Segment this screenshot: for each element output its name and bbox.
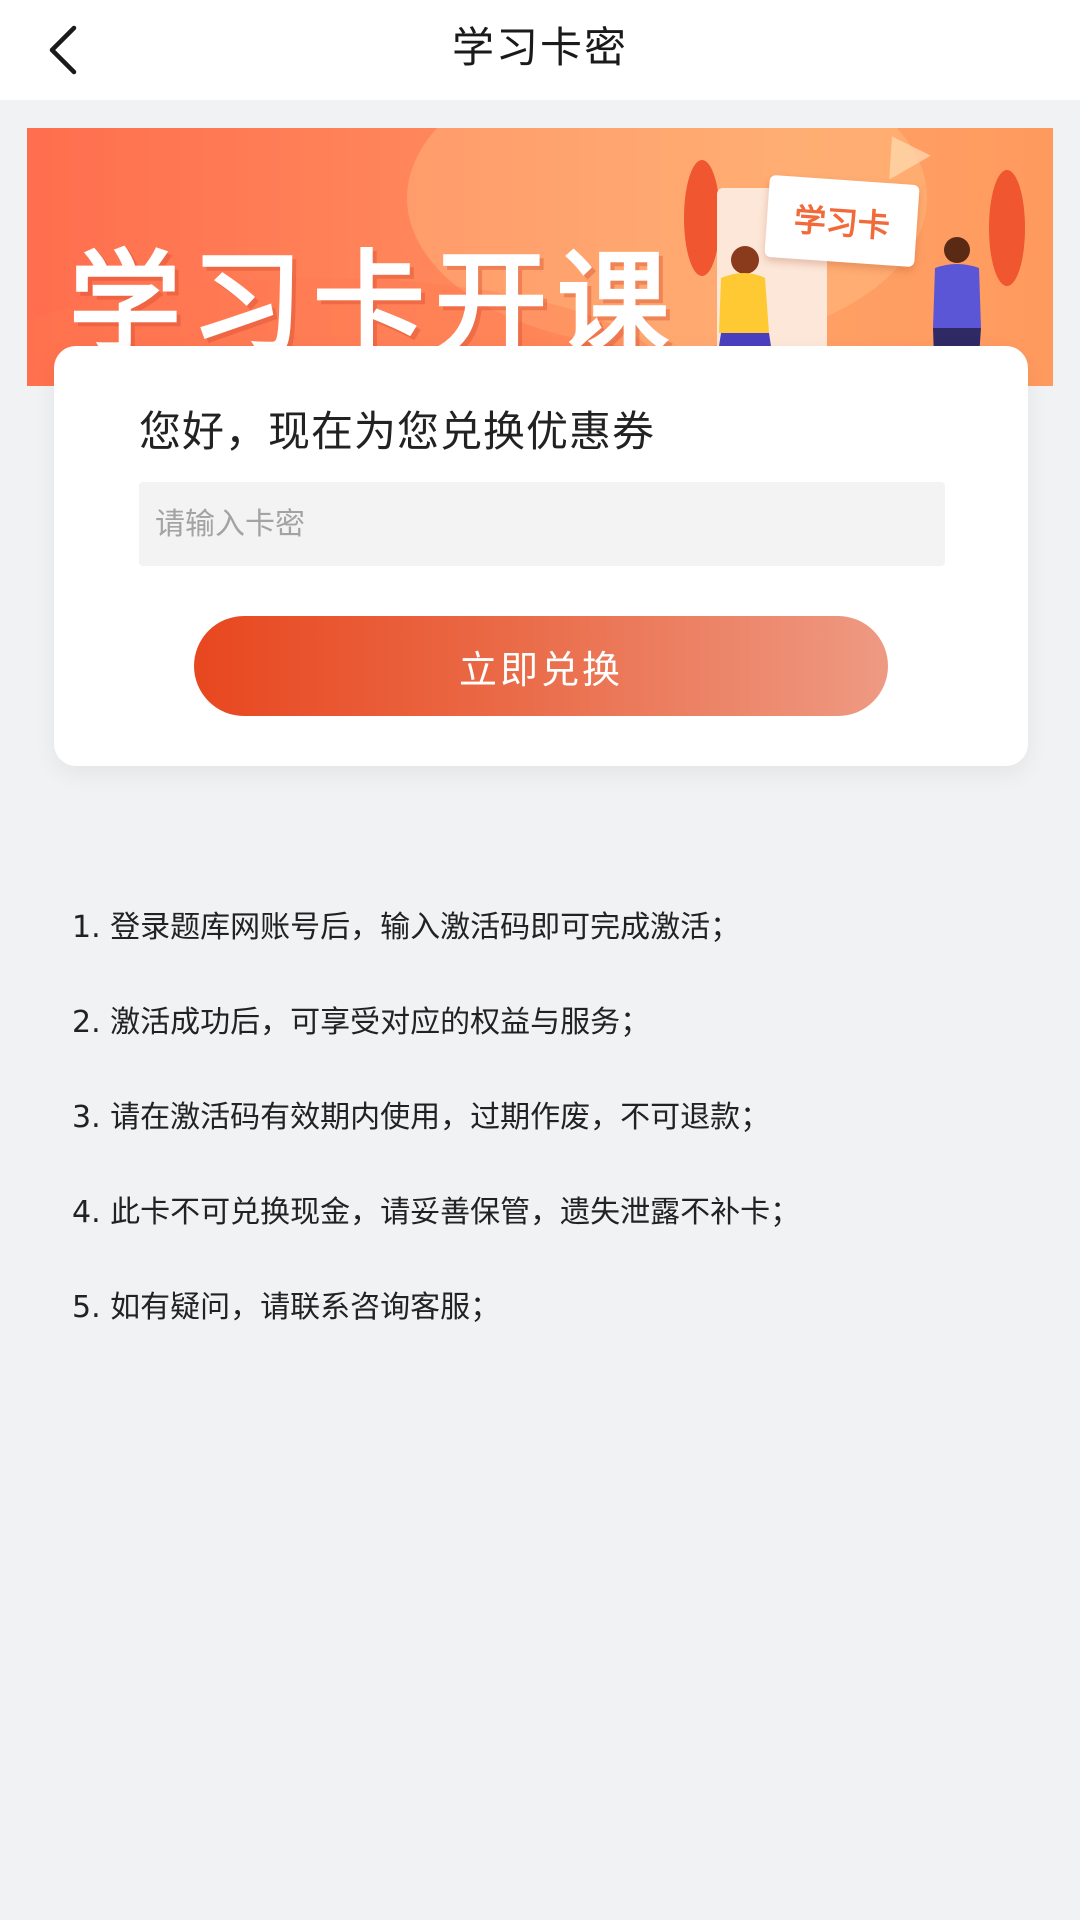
card-code-input[interactable] <box>139 482 945 566</box>
rule-item: 3. 请在激活码有效期内使用，过期作废，不可退款； <box>72 1100 771 1135</box>
rule-item: 4. 此卡不可兑换现金，请妥善保管，遗失泄露不补卡； <box>72 1195 801 1230</box>
redeem-greeting: 您好，现在为您兑换优惠券 <box>139 407 656 456</box>
redeem-card: 您好，现在为您兑换优惠券 立即兑换 <box>54 346 1028 766</box>
rule-item: 1. 登录题库网账号后，输入激活码即可完成激活； <box>72 910 741 945</box>
page-title: 学习卡密 <box>451 23 628 72</box>
rule-item: 5. 如有疑问，请联系咨询客服； <box>72 1290 501 1325</box>
banner-card-sign: 学习卡 <box>764 174 920 268</box>
rules-list: 1. 登录题库网账号后，输入激活码即可完成激活； 2. 激活成功后，可享受对应的… <box>72 900 1032 1375</box>
top-nav-bar: 学习卡密 <box>0 0 1080 100</box>
redeem-button[interactable]: 立即兑换 <box>194 616 888 716</box>
rule-item: 2. 激活成功后，可享受对应的权益与服务； <box>72 1005 651 1040</box>
